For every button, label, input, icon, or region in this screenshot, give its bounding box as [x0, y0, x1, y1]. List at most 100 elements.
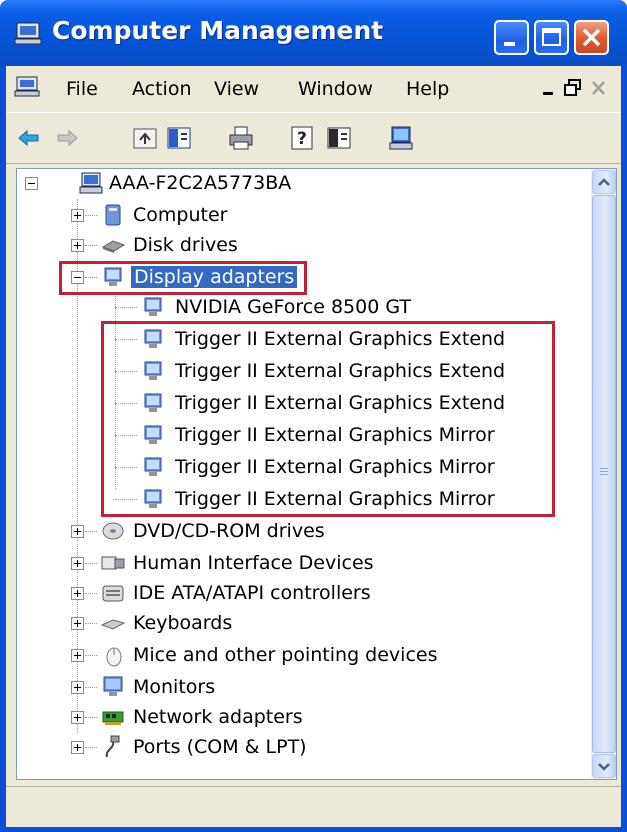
- scroll-thumb[interactable]: [592, 195, 616, 753]
- vertical-scrollbar[interactable]: [591, 169, 616, 779]
- tree-connector: [85, 623, 97, 624]
- computer-icon: [79, 172, 103, 194]
- tree-item-monitors[interactable]: Monitors: [17, 673, 577, 703]
- device-tree[interactable]: AAA-F2C2A5773BA Computer Disk drives Dis…: [16, 168, 617, 780]
- menu-bar: File Action View Window Help: [6, 66, 621, 110]
- mdi-minimize-icon[interactable]: [538, 78, 560, 98]
- tree-item-label: DVD/CD-ROM drives: [133, 520, 325, 542]
- expand-icon[interactable]: [71, 209, 84, 222]
- client-area: File Action View Window Help ? AAA-F2C2A…: [6, 66, 621, 827]
- grip-icon: [600, 468, 608, 475]
- tree-item-ide[interactable]: IDE ATA/ATAPI controllers: [17, 579, 577, 609]
- chevron-down-icon: [598, 763, 610, 771]
- tree-item-ports[interactable]: Ports (COM & LPT): [17, 733, 577, 763]
- expand-icon[interactable]: [71, 649, 84, 662]
- maximize-button[interactable]: [534, 20, 569, 55]
- tree-item-label: Human Interface Devices: [133, 552, 374, 574]
- expand-icon[interactable]: [71, 587, 84, 600]
- forward-arrow-icon[interactable]: [54, 125, 80, 151]
- svg-text:?: ?: [297, 129, 307, 149]
- tree-item-mice[interactable]: Mice and other pointing devices: [17, 641, 577, 671]
- close-icon: [582, 28, 601, 47]
- chevron-up-icon: [598, 178, 610, 186]
- mdi-close-icon[interactable]: [588, 78, 610, 98]
- adapter-item[interactable]: NVIDIA GeForce 8500 GT: [17, 293, 577, 323]
- computer-management-window: Computer Management File Action View Win…: [0, 0, 627, 832]
- highlight-trigger-adapters: [101, 321, 555, 517]
- status-bar: [6, 786, 621, 827]
- show-hide-tree-icon[interactable]: [166, 125, 192, 151]
- print-icon[interactable]: [228, 125, 254, 151]
- monitor-scan-icon[interactable]: [388, 125, 414, 151]
- scroll-down-button[interactable]: [592, 754, 616, 778]
- tree-connector: [85, 531, 97, 532]
- tree-item-label: Computer: [133, 204, 228, 226]
- tree-root[interactable]: AAA-F2C2A5773BA: [17, 169, 577, 199]
- expand-icon[interactable]: [71, 741, 84, 754]
- tree-item-keyboards[interactable]: Keyboards: [17, 609, 577, 639]
- expand-icon[interactable]: [71, 681, 84, 694]
- close-button[interactable]: [574, 20, 609, 55]
- keyboard-icon: [101, 619, 125, 630]
- tree-item-label: Monitors: [133, 676, 216, 698]
- tree-item-label: Disk drives: [133, 234, 238, 256]
- adapter-label: NVIDIA GeForce 8500 GT: [175, 296, 411, 318]
- tree-connector: [85, 655, 97, 656]
- menu-window[interactable]: Window: [298, 78, 373, 100]
- expand-icon[interactable]: [71, 525, 84, 538]
- tree-item-disk-drives[interactable]: Disk drives: [17, 231, 577, 261]
- title-bar[interactable]: Computer Management: [0, 0, 627, 66]
- minimize-button[interactable]: [494, 20, 529, 55]
- expand-icon[interactable]: [71, 711, 84, 724]
- expand-icon[interactable]: [71, 239, 84, 252]
- tree-connector: [85, 747, 97, 748]
- highlight-display-adapters: [59, 261, 307, 295]
- tree-connector: [85, 687, 97, 688]
- minimize-icon: [504, 42, 515, 46]
- mouse-icon: [106, 647, 122, 667]
- back-arrow-icon[interactable]: [16, 125, 42, 151]
- up-folder-icon[interactable]: [132, 125, 158, 151]
- tree-connector: [85, 717, 97, 718]
- collapse-icon[interactable]: [25, 177, 38, 190]
- disk-drive-icon: [101, 240, 125, 253]
- mdi-restore-icon[interactable]: [562, 78, 584, 98]
- dvd-drive-icon: [102, 522, 124, 540]
- computer-icon[interactable]: [14, 76, 40, 98]
- hid-icon: [101, 556, 125, 570]
- properties-pane-icon[interactable]: [326, 125, 352, 151]
- computer-management-icon: [14, 22, 42, 45]
- menu-file[interactable]: File: [66, 78, 98, 100]
- expand-icon[interactable]: [71, 557, 84, 570]
- help-icon[interactable]: ?: [290, 125, 316, 151]
- toolbar: ?: [6, 112, 621, 164]
- scroll-up-button[interactable]: [592, 170, 616, 194]
- display-adapter-icon: [144, 297, 162, 316]
- expand-icon[interactable]: [71, 617, 84, 630]
- tree-connector: [85, 563, 97, 564]
- tree-item-label: Keyboards: [133, 612, 233, 634]
- menu-help[interactable]: Help: [406, 78, 449, 100]
- tree-item-dvd-cdrom[interactable]: DVD/CD-ROM drives: [17, 517, 577, 547]
- tree-item-label: IDE ATA/ATAPI controllers: [133, 582, 371, 604]
- tree-connector: [115, 307, 137, 308]
- monitor-icon: [103, 676, 123, 696]
- window-title: Computer Management: [52, 16, 384, 45]
- tree-root-label: AAA-F2C2A5773BA: [109, 172, 292, 194]
- menu-view[interactable]: View: [214, 78, 259, 100]
- tree-item-hid[interactable]: Human Interface Devices: [17, 549, 577, 579]
- tree-connector: [85, 245, 97, 246]
- ide-controller-icon: [102, 585, 124, 602]
- tree-item-label: Network adapters: [133, 706, 303, 728]
- network-adapter-icon: [102, 711, 124, 725]
- menu-action[interactable]: Action: [132, 78, 192, 100]
- tree-item-network[interactable]: Network adapters: [17, 703, 577, 733]
- tree-item-label: Mice and other pointing devices: [133, 644, 438, 666]
- maximize-icon: [542, 28, 561, 46]
- computer-icon: [105, 204, 121, 226]
- tree-connector: [85, 215, 97, 216]
- port-icon: [105, 735, 120, 758]
- tree-connector: [85, 593, 97, 594]
- tree-item-computer[interactable]: Computer: [17, 201, 577, 231]
- tree-item-label: Ports (COM & LPT): [133, 736, 307, 758]
